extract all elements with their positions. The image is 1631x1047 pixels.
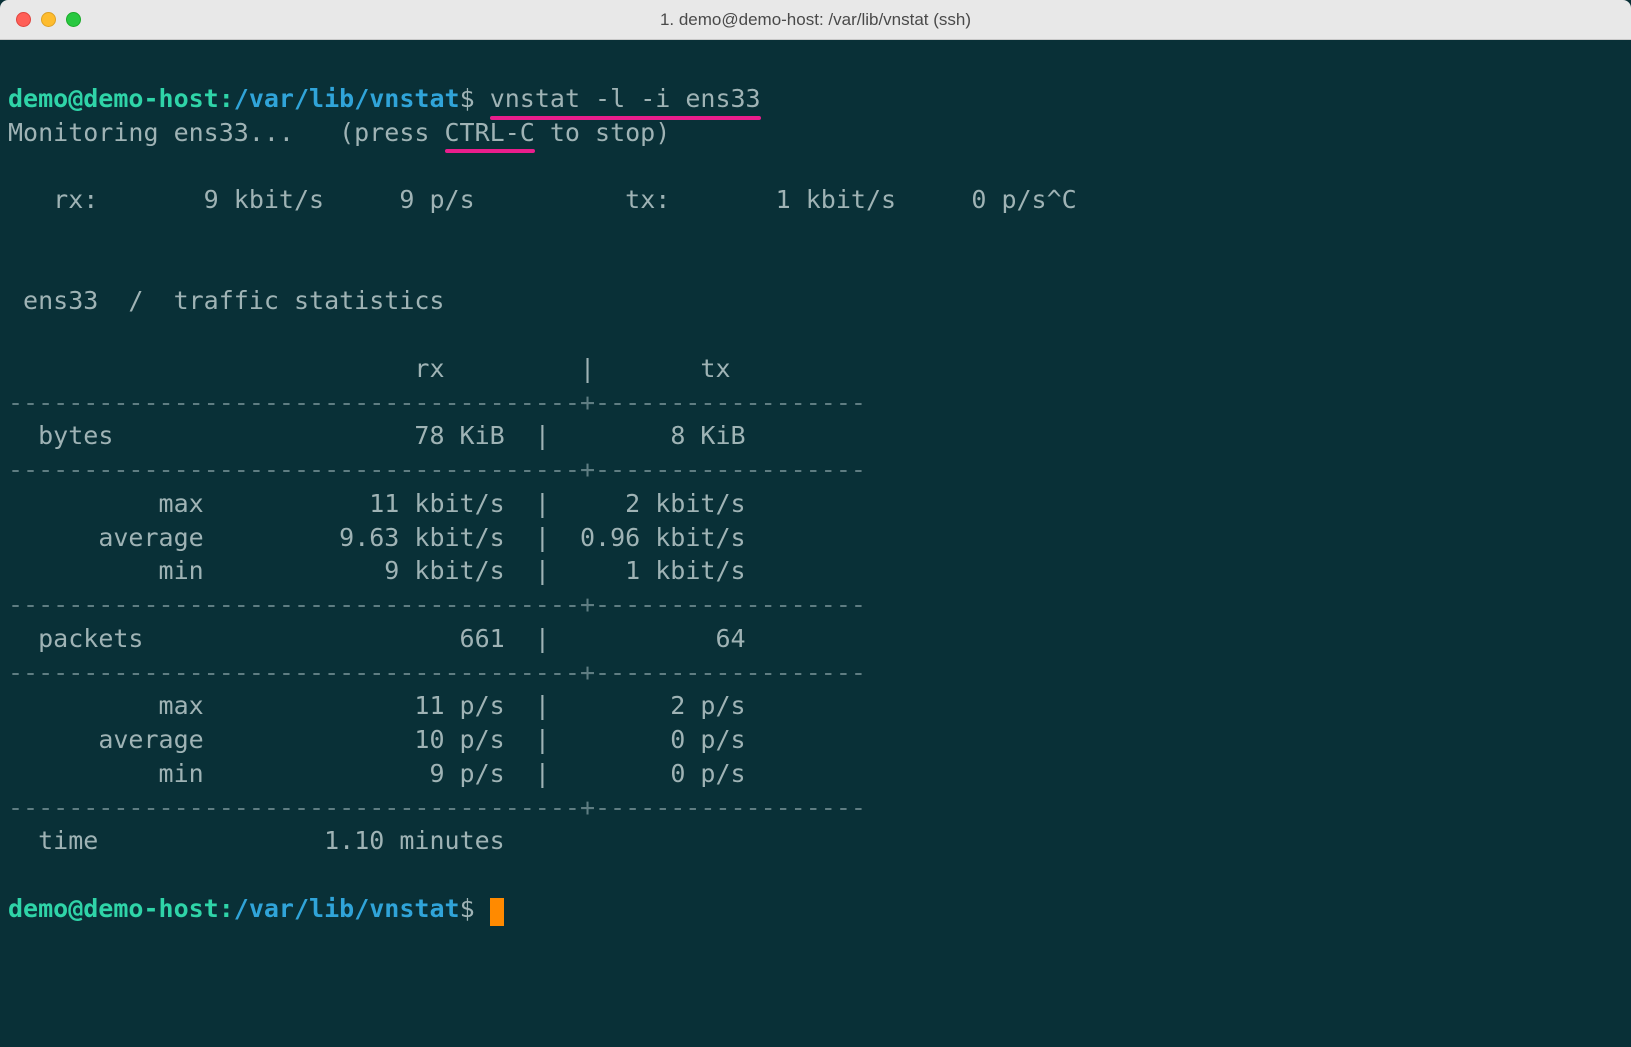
command-text: vnstat -l -i ens33 — [490, 84, 761, 113]
divider: --------------------------------------+-… — [8, 658, 866, 687]
divider: --------------------------------------+-… — [8, 388, 866, 417]
row-packets: packets 661 | 64 — [8, 624, 746, 653]
live-rx-label: rx: — [8, 185, 98, 214]
ctrlc-hint: CTRL-C — [445, 116, 535, 150]
terminal-body[interactable]: demo@demo-host:/var/lib/vnstat$ vnstat -… — [0, 40, 1631, 1047]
prompt-colon: : — [219, 894, 234, 923]
traffic-lights — [0, 12, 81, 27]
stats-header: ens33 / traffic statistics — [8, 286, 445, 315]
terminal-window: 1. demo@demo-host: /var/lib/vnstat (ssh)… — [0, 0, 1631, 1047]
col-header-rx: rx | tx — [8, 354, 731, 383]
maximize-icon[interactable] — [66, 12, 81, 27]
window-title: 1. demo@demo-host: /var/lib/vnstat (ssh) — [0, 10, 1631, 30]
prompt-user: demo@demo-host — [8, 894, 219, 923]
divider: --------------------------------------+-… — [8, 590, 866, 619]
prompt-path: /var/lib/vnstat — [234, 894, 460, 923]
prompt-dollar: $ — [460, 894, 475, 923]
row-pmin: min 9 p/s | 0 p/s — [8, 759, 746, 788]
row-bmax: max 11 kbit/s | 2 kbit/s — [8, 489, 746, 518]
titlebar[interactable]: 1. demo@demo-host: /var/lib/vnstat (ssh) — [0, 0, 1631, 40]
minimize-icon[interactable] — [41, 12, 56, 27]
row-time: time 1.10 minutes — [8, 826, 505, 855]
live-tx-rate: 1 kbit/s — [776, 185, 896, 214]
close-icon[interactable] — [16, 12, 31, 27]
live-rx-pps: 9 p/s — [399, 185, 474, 214]
prompt-colon: : — [219, 84, 234, 113]
divider: --------------------------------------+-… — [8, 793, 866, 822]
divider: --------------------------------------+-… — [8, 455, 866, 484]
monitor-text-a: Monitoring ens33... (press — [8, 118, 445, 147]
row-bmin: min 9 kbit/s | 1 kbit/s — [8, 556, 746, 585]
row-bytes: bytes 78 KiB | 8 KiB — [8, 421, 746, 450]
prompt-dollar: $ — [460, 84, 475, 113]
row-pmax: max 11 p/s | 2 p/s — [8, 691, 746, 720]
live-tx-pps: 0 p/s^C — [971, 185, 1076, 214]
row-bavg: average 9.63 kbit/s | 0.96 kbit/s — [8, 523, 746, 552]
live-rx-rate: 9 kbit/s — [204, 185, 324, 214]
prompt-user: demo@demo-host — [8, 84, 219, 113]
prompt-path: /var/lib/vnstat — [234, 84, 460, 113]
monitor-text-b: to stop) — [535, 118, 670, 147]
cursor-icon — [490, 898, 504, 926]
row-pavg: average 10 p/s | 0 p/s — [8, 725, 746, 754]
live-tx-label: tx: — [625, 185, 670, 214]
